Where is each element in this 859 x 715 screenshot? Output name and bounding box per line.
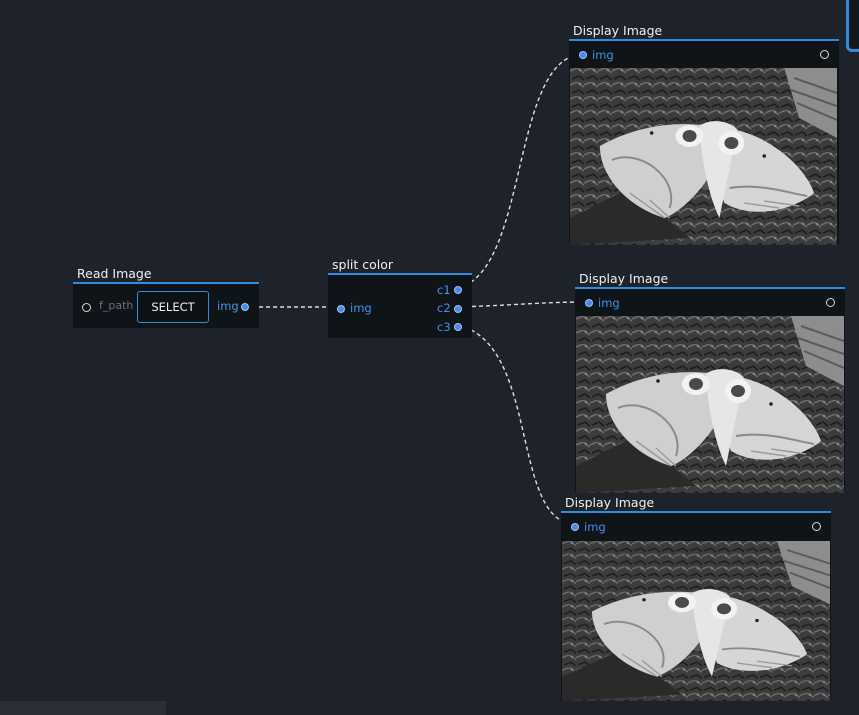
display-image-node-3[interactable]: Display Image img [561, 495, 831, 701]
img-output-label: img [217, 299, 239, 313]
img-input-port[interactable] [571, 523, 579, 531]
node-title: split color [332, 257, 394, 272]
split-color-node[interactable]: split color img c1 c2 c3 [328, 257, 472, 339]
node-body: img [569, 39, 839, 245]
img-input-label: img [592, 48, 614, 62]
node-body: img [575, 287, 845, 493]
image-preview [562, 541, 830, 701]
img-input-label: img [350, 301, 372, 315]
node-title: Display Image [579, 271, 669, 286]
image-preview [570, 68, 837, 245]
f-path-label: f_path [99, 299, 134, 312]
c1-output-label: c1 [437, 283, 451, 297]
display-image-node-2[interactable]: Display Image img [575, 271, 845, 493]
node-body: img [561, 511, 831, 701]
c3-output-label: c3 [437, 320, 451, 334]
node-title: Read Image [77, 266, 152, 281]
output-port[interactable] [812, 522, 821, 531]
output-port[interactable] [826, 298, 835, 307]
node-title: Display Image [565, 495, 655, 510]
c2-output-label: c2 [437, 301, 451, 315]
display-image-node-1[interactable]: Display Image img [569, 23, 839, 245]
select-file-button[interactable]: SELECT [137, 291, 209, 323]
img-input-port[interactable] [337, 305, 345, 313]
img-input-label: img [598, 296, 620, 310]
wire-c2-to-display2[interactable] [457, 301, 591, 308]
output-port[interactable] [820, 50, 829, 59]
c3-output-port[interactable] [454, 323, 462, 331]
img-output-port[interactable] [241, 303, 249, 311]
img-input-port[interactable] [585, 299, 593, 307]
img-input-port[interactable] [579, 51, 587, 59]
f-path-input-port[interactable] [82, 303, 91, 312]
wire-c3-to-display3[interactable] [457, 324, 576, 526]
image-preview [576, 316, 844, 493]
c2-output-port[interactable] [454, 305, 462, 313]
node-body: f_path SELECT img [73, 282, 259, 328]
read-image-node[interactable]: Read Image f_path SELECT img [73, 266, 259, 329]
node-title: Display Image [573, 23, 663, 38]
wire-c1-to-display1[interactable] [457, 53, 585, 289]
bottom-scroll-bar[interactable] [0, 701, 166, 715]
node-body: img c1 c2 c3 [328, 273, 472, 338]
side-panel-edge[interactable] [846, 0, 859, 52]
img-input-label: img [584, 520, 606, 534]
c1-output-port[interactable] [454, 286, 462, 294]
